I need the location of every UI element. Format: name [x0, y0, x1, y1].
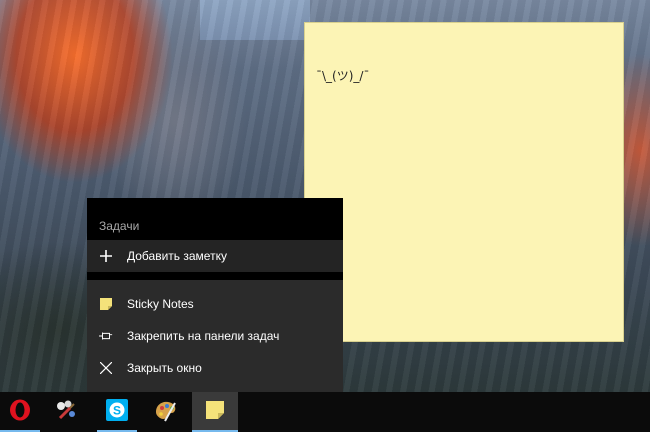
add-note-item[interactable]: Добавить заметку: [87, 240, 343, 272]
taskbar-sticky-notes-button[interactable]: [192, 392, 238, 432]
pin-to-taskbar-label: Закрепить на панели задач: [127, 329, 280, 343]
pin-icon: [99, 329, 113, 343]
paint-brush-icon: [54, 398, 78, 427]
sticky-notes-app-item[interactable]: Sticky Notes: [87, 288, 343, 320]
opera-icon: [9, 399, 31, 426]
taskbar-paint-button[interactable]: [46, 392, 86, 432]
jump-list-menu: Задачи Добавить заметку Sticky Notes Зак…: [87, 198, 343, 392]
close-window-label: Закрыть окно: [127, 361, 202, 375]
sticky-notes-icon: [99, 297, 113, 311]
taskbar-palette-button[interactable]: [146, 392, 186, 432]
taskbar-skype-button[interactable]: S: [97, 392, 137, 432]
sticky-notes-icon: [206, 400, 224, 424]
close-window-item[interactable]: Закрыть окно: [87, 352, 343, 384]
jump-list-header: Задачи: [99, 219, 140, 233]
plus-icon: [99, 249, 113, 263]
sticky-notes-label: Sticky Notes: [127, 297, 194, 311]
jump-list-tasks-section: Задачи Добавить заметку: [87, 198, 343, 280]
taskbar-opera-button[interactable]: [0, 392, 40, 432]
pin-to-taskbar-item[interactable]: Закрепить на панели задач: [87, 320, 343, 352]
sky-patch: [200, 0, 310, 40]
add-note-label: Добавить заметку: [127, 249, 227, 263]
palette-icon: [153, 397, 179, 428]
taskbar: S: [0, 392, 650, 432]
svg-text:S: S: [113, 403, 121, 417]
note-text[interactable]: ¯\_(ツ)_/¯: [316, 67, 369, 84]
sticky-note[interactable]: ¯\_(ツ)_/¯: [304, 22, 624, 342]
skype-icon: S: [105, 398, 129, 427]
close-icon: [99, 361, 113, 375]
